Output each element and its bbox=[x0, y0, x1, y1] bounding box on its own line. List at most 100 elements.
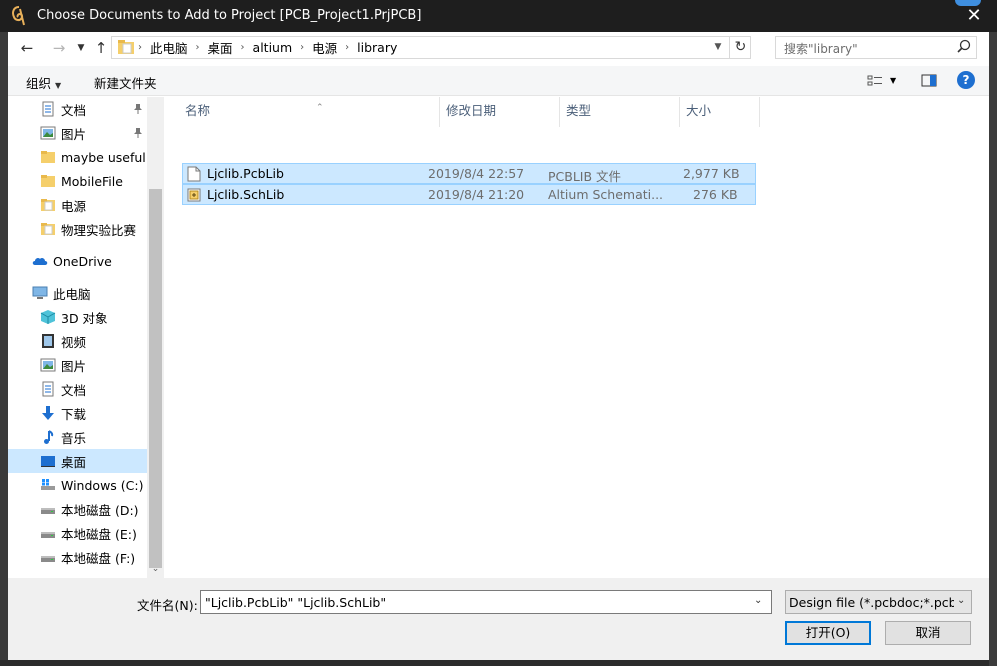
table-row[interactable]: Ljclib.PcbLib 2019/8/4 22:57 PCBLIB 文件 2… bbox=[182, 163, 756, 184]
close-window-button[interactable]: ✕ bbox=[962, 4, 986, 28]
breadcrumb-altium[interactable]: altium bbox=[253, 40, 293, 55]
cancel-button[interactable]: 取消 bbox=[885, 621, 971, 645]
new-folder-button[interactable]: 新建文件夹 bbox=[94, 73, 157, 92]
navigation-row: ← → ▼ ↑ › 此电脑 › 桌面 › altium › 电源 › libra… bbox=[8, 32, 989, 64]
chevron-down-icon[interactable]: ⌄ bbox=[754, 595, 762, 606]
sidebar-item-mobilefile[interactable]: MobileFile bbox=[8, 169, 147, 193]
pictures-icon bbox=[40, 126, 56, 140]
organize-label: 组织 bbox=[26, 76, 52, 91]
navigation-scrollbar[interactable]: ⌄ bbox=[147, 97, 164, 578]
breadcrumb-power[interactable]: 电源 bbox=[312, 38, 337, 57]
sort-ascending-icon: ⌃ bbox=[316, 103, 324, 113]
table-row[interactable]: Ljclib.SchLib 2019/8/4 21:20 Altium Sche… bbox=[182, 184, 756, 205]
scrollbar-thumb[interactable] bbox=[149, 189, 162, 568]
organize-menu-button[interactable]: 组织 ▼ bbox=[26, 73, 61, 92]
sidebar-item-downloads[interactable]: 下载 bbox=[8, 401, 147, 425]
breadcrumb-separator-icon[interactable]: › bbox=[345, 42, 349, 53]
sidebar-item-label: 图片 bbox=[61, 126, 87, 142]
open-button[interactable]: 打开(O) bbox=[785, 621, 871, 645]
sidebar-item-desktop[interactable]: 桌面 bbox=[8, 449, 147, 473]
folder-icon bbox=[41, 199, 55, 211]
altium-app-icon bbox=[12, 6, 25, 26]
back-arrow-icon[interactable]: ← bbox=[16, 38, 38, 58]
sidebar-item-3d-objects[interactable]: 3D 对象 bbox=[8, 305, 147, 329]
file-list: 名称 ⌃ 修改日期 类型 大小 Ljclib.PcbLib 2019/8/4 2… bbox=[164, 97, 989, 578]
up-arrow-icon[interactable]: ↑ bbox=[90, 38, 112, 58]
chevron-down-icon: ⌄ bbox=[957, 595, 966, 606]
file-type: Altium Schemati... bbox=[548, 187, 664, 202]
sidebar-item-this-pc[interactable]: 此电脑 bbox=[8, 281, 147, 305]
sidebar-item-pictures[interactable]: 图片 bbox=[8, 353, 147, 377]
change-view-icon[interactable] bbox=[866, 72, 884, 90]
sidebar-item-drive-c[interactable]: Windows (C:) bbox=[8, 473, 147, 497]
filename-field[interactable]: "Ljclib.PcbLib" "Ljclib.SchLib" ⌄ bbox=[200, 590, 772, 614]
help-icon[interactable]: ? bbox=[957, 71, 975, 89]
sidebar-item-documents[interactable]: 文档 bbox=[8, 377, 147, 401]
file-type-filter-select[interactable]: Design file (*.pcbdoc;*.pcb;*. ⌄ bbox=[785, 590, 972, 614]
document-icon bbox=[42, 101, 54, 117]
cloud-icon bbox=[32, 257, 48, 265]
sidebar-item-physics-contest[interactable]: 物理实验比赛 bbox=[8, 217, 147, 241]
sidebar-item-label: 物理实验比赛 bbox=[61, 222, 137, 238]
recent-locations-chevron-icon[interactable]: ▼ bbox=[70, 38, 92, 58]
breadcrumb-desktop[interactable]: 桌面 bbox=[208, 38, 233, 57]
file-dialog: ← → ▼ ↑ › 此电脑 › 桌面 › altium › 电源 › libra… bbox=[8, 32, 989, 660]
sidebar-item-label: 文档 bbox=[61, 382, 87, 398]
search-icon bbox=[957, 39, 971, 53]
file-type: PCBLIB 文件 bbox=[548, 169, 622, 184]
sidebar-item-label: 本地磁盘 (F:) bbox=[61, 550, 136, 566]
desktop-icon bbox=[41, 456, 55, 467]
sidebar-item-label: 音乐 bbox=[61, 430, 87, 446]
background-window-edge-bottom bbox=[0, 660, 989, 666]
sidebar-item-label: OneDrive bbox=[53, 253, 112, 269]
sidebar-item-pictures-quick[interactable]: 图片 bbox=[8, 121, 147, 145]
search-input[interactable]: 搜索"library" bbox=[775, 36, 977, 59]
sidebar-item-label: 文档 bbox=[61, 102, 87, 118]
column-header-date[interactable]: 修改日期 bbox=[440, 97, 560, 127]
windows-drive-icon bbox=[41, 479, 55, 490]
sidebar-item-drive-d[interactable]: 本地磁盘 (D:) bbox=[8, 497, 147, 521]
breadcrumb-separator-icon[interactable]: › bbox=[138, 42, 142, 53]
preview-pane-icon[interactable] bbox=[920, 72, 938, 90]
pcblib-file-icon bbox=[187, 166, 201, 182]
folder-icon bbox=[118, 40, 134, 54]
sidebar-item-label: 桌面 bbox=[61, 454, 87, 470]
address-history-chevron-icon[interactable]: ▼ bbox=[709, 37, 727, 58]
pin-icon bbox=[134, 104, 142, 114]
navigation-pane: 文档 图片 maybe useful MobileFile 电源 物理实验比赛 … bbox=[8, 97, 164, 578]
address-bar[interactable]: › 此电脑 › 桌面 › altium › 电源 › library ▼ ↻ bbox=[111, 36, 751, 59]
column-header-type[interactable]: 类型 bbox=[560, 97, 680, 127]
view-options-chevron-icon[interactable]: ▼ bbox=[890, 76, 896, 94]
drive-icon bbox=[41, 508, 55, 514]
search-placeholder: 搜索"library" bbox=[784, 42, 858, 56]
sidebar-item-documents-quick[interactable]: 文档 bbox=[8, 97, 147, 121]
scroll-down-arrow-icon[interactable]: ⌄ bbox=[147, 561, 164, 578]
sidebar-item-power[interactable]: 电源 bbox=[8, 193, 147, 217]
breadcrumb-separator-icon[interactable]: › bbox=[196, 42, 200, 53]
breadcrumb-separator-icon[interactable]: › bbox=[300, 42, 304, 53]
file-date: 2019/8/4 22:57 bbox=[428, 166, 525, 181]
refresh-icon[interactable]: ↻ bbox=[729, 37, 751, 58]
sidebar-item-onedrive[interactable]: OneDrive bbox=[8, 249, 147, 273]
sidebar-item-music[interactable]: 音乐 bbox=[8, 425, 147, 449]
drive-icon bbox=[41, 532, 55, 538]
column-header-name[interactable]: 名称 ⌃ bbox=[179, 97, 440, 127]
folder-icon bbox=[41, 223, 55, 235]
sidebar-item-videos[interactable]: 视频 bbox=[8, 329, 147, 353]
sidebar-item-drive-f[interactable]: 本地磁盘 (F:) bbox=[8, 545, 147, 569]
breadcrumb-separator-icon[interactable]: › bbox=[241, 42, 245, 53]
column-header-label: 名称 bbox=[185, 103, 211, 118]
sidebar-item-maybe-useful[interactable]: maybe useful bbox=[8, 145, 147, 169]
pictures-icon bbox=[40, 358, 56, 372]
column-header-size[interactable]: 大小 bbox=[680, 97, 760, 127]
sidebar-item-label: MobileFile bbox=[61, 173, 123, 189]
video-icon bbox=[42, 334, 54, 348]
sidebar-item-label: 本地磁盘 (E:) bbox=[61, 526, 137, 542]
breadcrumb-this-pc[interactable]: 此电脑 bbox=[150, 38, 188, 57]
breadcrumb: › 此电脑 › 桌面 › altium › 电源 › library bbox=[138, 37, 397, 58]
breadcrumb-library[interactable]: library bbox=[357, 40, 397, 55]
sidebar-item-drive-e[interactable]: 本地磁盘 (E:) bbox=[8, 521, 147, 545]
file-name: Ljclib.PcbLib bbox=[207, 166, 284, 181]
sidebar-item-label: Windows (C:) bbox=[61, 477, 144, 493]
forward-arrow-icon[interactable]: → bbox=[48, 38, 70, 58]
